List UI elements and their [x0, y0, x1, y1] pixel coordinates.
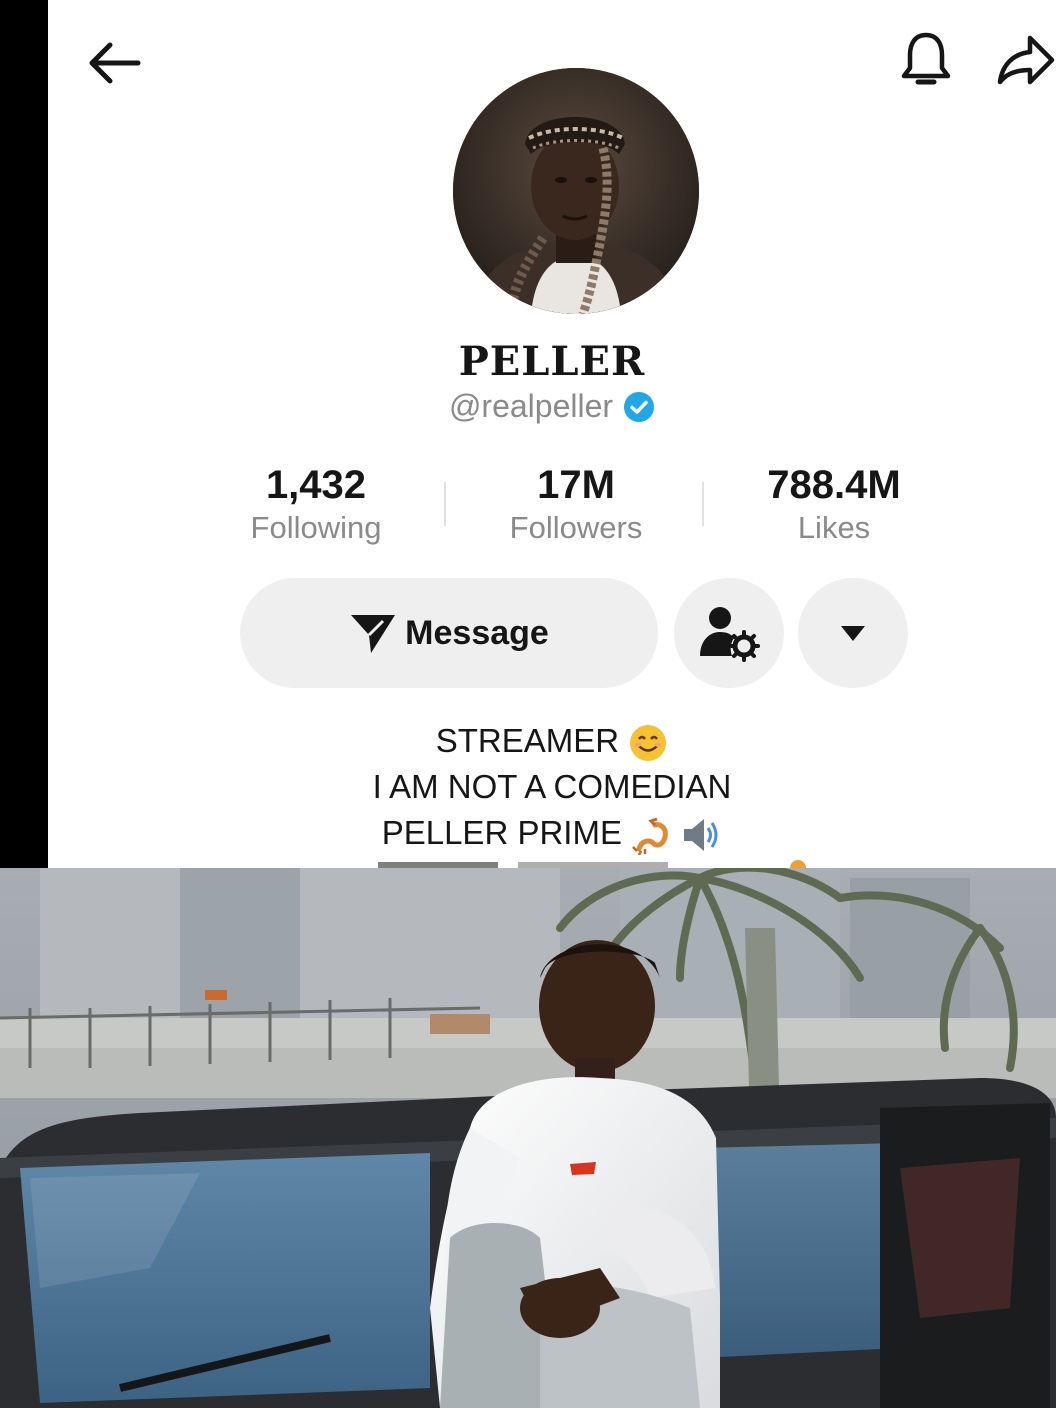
- share-arrow-icon: [997, 35, 1055, 85]
- following-count: 1,432: [265, 463, 367, 507]
- notification-bell-button[interactable]: [894, 28, 958, 92]
- caret-down-icon: [841, 626, 865, 641]
- verified-badge-icon: [624, 391, 655, 422]
- stats-divider: [702, 482, 704, 526]
- scorpion-emoji-icon: [632, 817, 669, 856]
- more-options-button[interactable]: [798, 578, 908, 688]
- following-label: Following: [250, 510, 382, 545]
- bio-line-4-cropped: [338, 856, 818, 868]
- send-arrow-icon: [351, 615, 396, 653]
- bio-line-3: PELLER PRIME: [48, 810, 1056, 856]
- handle-row: @realpeller: [48, 388, 1056, 425]
- back-button[interactable]: [84, 36, 144, 90]
- username-handle: @realpeller: [448, 388, 614, 424]
- stat-following[interactable]: 1,432 Following: [196, 462, 436, 548]
- smiling-face-emoji-icon: [630, 725, 667, 762]
- followers-count: 17M: [537, 463, 615, 507]
- display-name: PELLER: [458, 338, 646, 385]
- stats-row: 1,432 Following 17M Followers 788.4M Lik…: [48, 462, 1056, 552]
- likes-count: 788.4M: [767, 463, 901, 507]
- avatar[interactable]: [453, 68, 699, 314]
- share-button[interactable]: [994, 28, 1056, 92]
- stat-followers[interactable]: 17M Followers: [456, 462, 696, 548]
- profile-photo-image: [0, 868, 1056, 1408]
- bio: STREAMER I AM NOT A COMEDIAN PELLER PRIM…: [48, 718, 1056, 856]
- bell-icon: [901, 32, 951, 85]
- bio-line-3-text: PELLER PRIME: [381, 814, 622, 851]
- message-label: Message: [405, 613, 549, 652]
- likes-label: Likes: [797, 510, 871, 545]
- user-settings-icon: [700, 607, 760, 662]
- avatar-portrait-image: [453, 68, 699, 314]
- man-sitting-on-suv-photo: [0, 868, 1056, 1408]
- arrow-left-icon: [89, 42, 141, 84]
- bio-line-1: STREAMER: [48, 718, 1056, 764]
- bio-line-2: I AM NOT A COMEDIAN: [372, 768, 732, 805]
- stat-likes: 788.4M Likes: [714, 462, 954, 548]
- bio-line-1-text: STREAMER: [435, 722, 620, 759]
- profile-screen: PELLER @realpeller 1,432 Following 17M F…: [48, 0, 1056, 868]
- followers-label: Followers: [509, 510, 643, 545]
- stats-divider: [444, 482, 446, 526]
- speaker-emoji-icon: [684, 819, 718, 852]
- left-black-border: [0, 0, 48, 868]
- friend-settings-button[interactable]: [674, 578, 784, 688]
- message-button[interactable]: Message: [240, 578, 658, 688]
